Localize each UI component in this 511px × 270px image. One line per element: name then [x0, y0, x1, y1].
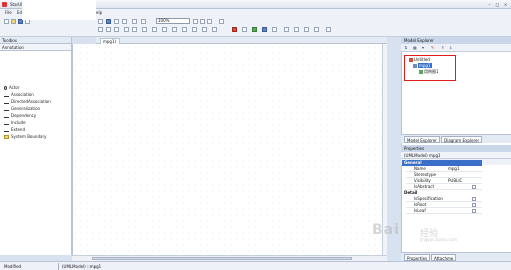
filter-icon[interactable]: ▦ — [413, 45, 417, 50]
tab-model-explorer[interactable]: Model Explorer — [404, 136, 440, 143]
menu-file[interactable]: File — [5, 10, 12, 15]
highlight-box — [404, 55, 456, 81]
link-icon[interactable] — [162, 27, 167, 32]
toolbox-item-extend[interactable]: Extend — [4, 126, 25, 133]
status-divider — [58, 263, 59, 270]
association-icon — [4, 94, 9, 97]
report-icon[interactable] — [272, 27, 277, 32]
zoom-in-icon[interactable] — [193, 19, 198, 24]
property-row[interactable]: IsLeaf — [406, 208, 482, 214]
diagram-grid — [72, 44, 387, 255]
maximize-icon[interactable]: □ — [495, 2, 500, 7]
toolbox-header: Toolbox — [0, 37, 71, 44]
sort-icon[interactable]: ⇅ — [404, 45, 407, 50]
delete-icon[interactable]: ✎ — [431, 45, 434, 50]
copy-format-icon[interactable] — [132, 19, 137, 24]
properties-header: Properties — [401, 145, 511, 152]
warning-icon[interactable] — [232, 27, 237, 32]
new-file-icon[interactable] — [4, 19, 9, 24]
text-icon[interactable] — [142, 27, 147, 32]
model-explorer-toolbar: ⇅ ▦ ▾ ✎ ⇑ ⇓ — [401, 44, 511, 52]
toolbox-item-generalization[interactable]: Generalization — [4, 105, 40, 112]
layout-auto-icon[interactable] — [284, 27, 289, 32]
toolbox-item-actor[interactable]: Actor — [4, 84, 20, 91]
generate-icon[interactable] — [262, 27, 267, 32]
watermark-logo: Bai — [372, 222, 400, 238]
status-bar: Modified (UMLModel) ::mpg1 — [0, 261, 511, 270]
extend-icon — [4, 129, 9, 132]
show-all-icon[interactable] — [294, 27, 299, 32]
dependency-icon — [4, 115, 9, 118]
hide-icon[interactable] — [242, 27, 247, 32]
watermark-url: jingyan.baidu.com — [420, 237, 457, 242]
layout-icon[interactable] — [106, 19, 111, 24]
grid-icon[interactable] — [114, 19, 119, 24]
properties-tabs: Properties Attachme — [401, 252, 511, 261]
rect-icon[interactable] — [124, 27, 129, 32]
group-icon[interactable] — [212, 27, 217, 32]
options-icon[interactable] — [326, 27, 331, 32]
menu-help[interactable]: elp — [96, 10, 102, 15]
send-back-icon[interactable] — [202, 27, 207, 32]
bring-front-icon[interactable] — [192, 27, 197, 32]
distribute-icon[interactable] — [122, 19, 127, 24]
actor-icon — [4, 86, 7, 90]
scrollbar-thumb[interactable] — [92, 257, 352, 260]
isroot-checkbox[interactable] — [472, 203, 476, 207]
toolbox-item-system-boundary[interactable]: System Boundary — [4, 133, 46, 140]
move-down-icon[interactable]: ⇓ — [449, 45, 452, 50]
toolbox-item-dependency[interactable]: Dependency — [4, 112, 36, 119]
editor-tabstrip: mpg1) — [96, 37, 387, 44]
open-folder-icon[interactable] — [11, 19, 16, 24]
toolbox-item-include[interactable]: Include — [4, 119, 26, 126]
close-icon[interactable]: × — [503, 2, 508, 7]
validate-icon[interactable] — [252, 27, 257, 32]
model-explorer-header: Model Explorer — [401, 37, 511, 44]
status-mode: Modified — [4, 264, 22, 269]
toolbox-item-association[interactable]: Association — [4, 91, 34, 98]
isabstract-checkbox[interactable] — [472, 185, 476, 189]
zoom-out-icon[interactable] — [200, 19, 205, 24]
line-style-icon[interactable] — [172, 27, 177, 32]
status-selection: (UMLModel) ::mpg1 — [62, 264, 102, 269]
page-icon[interactable] — [219, 19, 224, 24]
expand-icon[interactable] — [314, 27, 319, 32]
include-icon — [4, 122, 9, 125]
ellipse-icon[interactable] — [132, 27, 137, 32]
zoom-select[interactable]: 100% — [156, 18, 190, 24]
isspecification-checkbox[interactable] — [472, 197, 476, 201]
align-icon[interactable] — [98, 19, 103, 24]
tab-diagram-explorer[interactable]: Diagram Explorer — [441, 136, 483, 143]
add-icon[interactable]: ▾ — [422, 45, 424, 50]
properties-subject: (UMLModel) mpg1 — [401, 152, 511, 159]
tab-attachments[interactable]: Attachme — [431, 254, 457, 261]
line-color-icon[interactable] — [106, 27, 111, 32]
font-color-icon[interactable] — [114, 27, 119, 32]
tab-properties[interactable]: Properties — [404, 254, 431, 261]
isleaf-checkbox[interactable] — [472, 209, 476, 213]
arrow-icon[interactable] — [182, 27, 187, 32]
fill-color-icon[interactable] — [98, 27, 103, 32]
toolbox-panel: Toolbox Annotation Actor Association Dir… — [0, 37, 72, 255]
explorer-tabs: Model Explorer Diagram Explorer — [401, 134, 511, 143]
minimize-icon[interactable]: – — [487, 2, 492, 7]
generalization-icon — [4, 108, 9, 111]
chart-icon[interactable] — [141, 19, 146, 24]
directed-association-icon — [4, 101, 9, 104]
toolbox-item-directed-association[interactable]: DirectedAssociation — [4, 98, 51, 105]
toolbox-annotation-group[interactable]: Annotation — [0, 44, 71, 51]
collapse-icon[interactable] — [304, 27, 309, 32]
move-up-icon[interactable]: ⇑ — [441, 45, 444, 50]
note-icon[interactable] — [152, 27, 157, 32]
masked-area — [22, 0, 96, 20]
app-logo-icon — [2, 2, 7, 7]
zoom-fit-icon[interactable] — [207, 19, 212, 24]
system-boundary-icon — [4, 135, 9, 139]
